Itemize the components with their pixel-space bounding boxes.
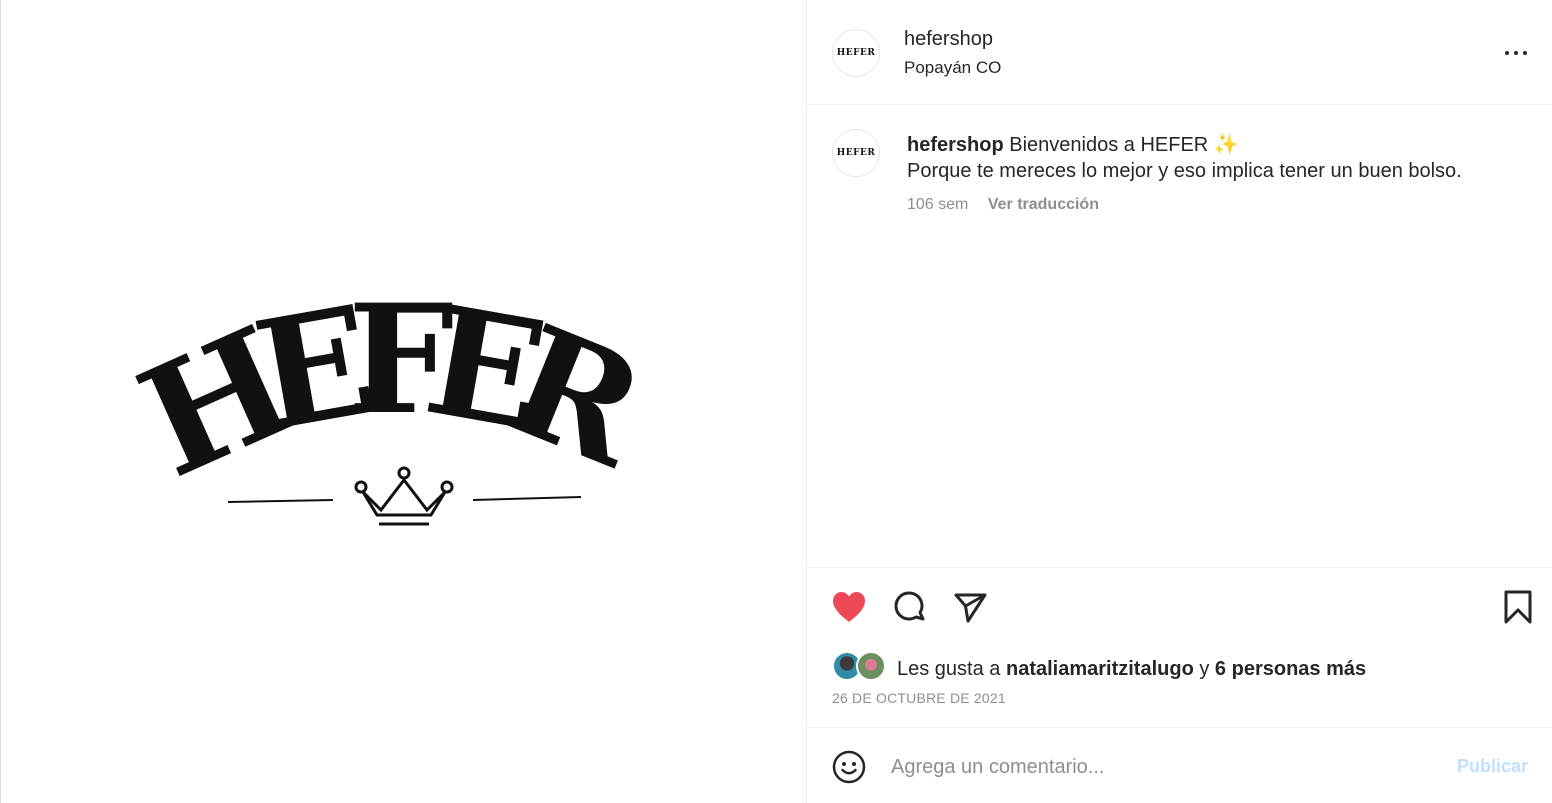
- caption-first-line: hefershop Bienvenidos a HEFER ✨: [907, 132, 1239, 157]
- bookmark-icon: [1504, 590, 1532, 624]
- more-dot-icon: [1505, 51, 1509, 55]
- sparkles-emoji: ✨: [1213, 134, 1239, 156]
- emoji-picker-button[interactable]: [829, 747, 869, 787]
- likers-avatars[interactable]: [832, 651, 892, 685]
- like-button[interactable]: [829, 587, 869, 627]
- heart-filled-icon: [833, 592, 865, 622]
- crown-icon: [227, 466, 582, 526]
- comment-button[interactable]: [889, 587, 929, 627]
- profile-avatar[interactable]: HEFER: [832, 29, 880, 77]
- likes-summary: Les gusta a nataliamaritzitalugo y 6 per…: [897, 658, 1366, 681]
- smiley-face-icon: [832, 750, 866, 784]
- avatar-logo-text: HEFER: [836, 48, 876, 58]
- post-actions: Les gusta a nataliamaritzitalugo y 6 per…: [807, 567, 1552, 727]
- see-translation-button[interactable]: Ver traducción: [988, 196, 1099, 213]
- likes-others-link[interactable]: 6 personas más: [1215, 658, 1366, 680]
- save-button[interactable]: [1498, 587, 1538, 627]
- send-paper-plane-icon: [954, 593, 987, 623]
- caption-text: Bienvenidos a HEFER: [1009, 134, 1209, 156]
- caption-username[interactable]: hefershop: [907, 134, 1004, 156]
- comment-bubble-icon: [894, 591, 925, 621]
- caption-age[interactable]: 106 sem: [907, 196, 968, 213]
- avatar-logo-text: HEFER: [836, 148, 876, 158]
- comment-input[interactable]: [891, 750, 1431, 784]
- header-location[interactable]: Popayán CO: [904, 58, 1001, 78]
- more-dot-icon: [1523, 51, 1527, 55]
- post-sidebar: HEFER hefershop Popayán CO HEFER hefersh…: [806, 0, 1552, 803]
- share-button[interactable]: [950, 587, 990, 627]
- more-options-button[interactable]: [1496, 38, 1536, 68]
- more-dot-icon: [1514, 51, 1518, 55]
- add-comment-bar: Publicar: [807, 727, 1552, 803]
- caption-meta: 106 sem Ver traducción: [907, 196, 1099, 214]
- post-media[interactable]: H E F E R: [1, 0, 806, 803]
- header-username[interactable]: hefershop: [904, 28, 993, 51]
- likes-joiner: y: [1199, 658, 1210, 680]
- post-date[interactable]: 26 DE OCTUBRE DE 2021: [832, 690, 1006, 706]
- caption-avatar[interactable]: HEFER: [832, 129, 880, 177]
- likes-prefix: Les gusta a: [897, 658, 1001, 680]
- liker-avatar[interactable]: [856, 651, 886, 681]
- caption-second-line: Porque te mereces lo mejor y eso implica…: [907, 160, 1462, 182]
- hefer-logo-image: H E F E R: [116, 272, 667, 526]
- caption-comment: HEFER hefershop Bienvenidos a HEFER ✨ Po…: [807, 105, 1552, 567]
- liker-username-link[interactable]: nataliamaritzitalugo: [1006, 658, 1194, 680]
- post-header: HEFER hefershop Popayán CO: [807, 0, 1552, 105]
- publish-button[interactable]: Publicar: [1457, 756, 1528, 777]
